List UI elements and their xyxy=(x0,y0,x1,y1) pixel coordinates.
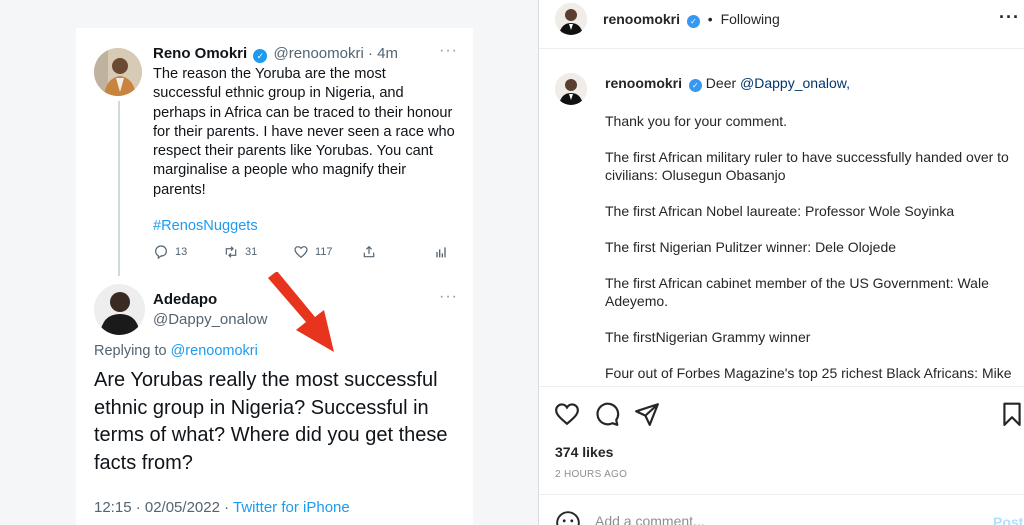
analytics-action[interactable] xyxy=(433,244,449,260)
analytics-icon xyxy=(436,247,446,258)
replying-to-line: Replying to @renoomokri xyxy=(94,343,258,359)
retweet-count: 31 xyxy=(245,246,258,258)
reno-omokri-avatar[interactable] xyxy=(94,48,142,96)
tweet-author-handle-time[interactable]: @renoomokri · 4m xyxy=(274,45,398,62)
verified-badge-icon: ✓ xyxy=(686,15,700,28)
caption-header: renoomokri ✓ Deer @Dappy_onalow, xyxy=(605,75,850,92)
caption-mention-link[interactable]: @Dappy_onalow, xyxy=(740,75,850,91)
post-time-ago[interactable]: 2 HOURS AGO xyxy=(555,469,627,480)
caption-paragraph: The first African military ruler to have… xyxy=(605,149,1009,183)
separator-dot: • xyxy=(707,11,713,27)
like-count: 117 xyxy=(315,246,333,258)
comment-input[interactable] xyxy=(595,513,975,525)
reply-icon xyxy=(155,245,167,260)
caption-paragraph: Thank you for your comment. xyxy=(605,113,788,129)
caption-paragraph: The firstNigerian Grammy winner xyxy=(605,329,811,345)
caption-body: Thank you for your comment. The first Af… xyxy=(605,112,1013,400)
emoji-icon[interactable] xyxy=(555,510,581,525)
red-arrow-annotation xyxy=(268,272,334,352)
heart-icon[interactable] xyxy=(554,401,580,427)
likes-count[interactable]: 374 likes xyxy=(555,444,613,460)
reply-author-handle[interactable]: @Dappy_onalow xyxy=(153,311,267,328)
share-action[interactable] xyxy=(361,244,377,260)
ig-post-header: renoomokri ✓ • Following xyxy=(603,11,780,28)
tweet-hashtag-link[interactable]: #RenosNuggets xyxy=(153,218,258,234)
caption-paragraph: The first African cabinet member of the … xyxy=(605,275,989,309)
reply-time-date: 12:15 · 02/05/2022 · xyxy=(94,499,233,516)
caption-paragraph: The first Nigerian Pulitzer winner: Dele… xyxy=(605,239,897,255)
share-icon[interactable] xyxy=(634,401,660,427)
thread-line xyxy=(118,101,120,276)
caption-paragraph: The first African Nobel laureate: Profes… xyxy=(605,203,955,219)
verified-badge-icon: ✓ xyxy=(688,79,702,92)
tweet-screenshot-panel: Reno Omokri ✓ @renoomokri · 4m ··· The r… xyxy=(0,0,538,525)
heart-icon xyxy=(294,246,308,259)
tweet-action-bar: 13 31 117 xyxy=(153,244,453,264)
like-action[interactable]: 117 xyxy=(293,244,333,260)
more-options-icon[interactable]: ··· xyxy=(999,7,1020,28)
replying-to-prefix: Replying to xyxy=(94,343,171,359)
comment-divider xyxy=(539,494,1024,495)
ig-caption-avatar[interactable] xyxy=(555,73,587,105)
reply-source-link[interactable]: Twitter for iPhone xyxy=(233,499,350,516)
header-divider xyxy=(539,48,1024,49)
following-button[interactable]: Following xyxy=(721,11,780,27)
share-icon xyxy=(363,245,375,258)
actions-divider xyxy=(539,386,1024,387)
comment-icon[interactable] xyxy=(594,401,620,427)
retweet-icon xyxy=(225,246,237,258)
post-comment-button[interactable]: Post xyxy=(993,514,1023,525)
replying-to-link[interactable]: @renoomokri xyxy=(171,343,258,359)
reply-count: 13 xyxy=(175,246,188,258)
retweet-action[interactable]: 31 xyxy=(223,244,257,260)
reply-action[interactable]: 13 xyxy=(153,244,187,260)
reply-author-name[interactable]: Adedapo xyxy=(153,291,217,308)
adedapo-avatar[interactable] xyxy=(94,284,145,335)
reply-more-options-icon[interactable]: ··· xyxy=(439,288,458,306)
bookmark-icon[interactable] xyxy=(999,401,1024,427)
caption-greeting: Deer xyxy=(705,75,741,91)
instagram-post-panel: renoomokri ✓ • Following ··· renoomokri … xyxy=(538,0,1024,525)
reply-meta: 12:15 · 02/05/2022 · Twitter for iPhone xyxy=(94,499,350,516)
tweet-author-name[interactable]: Reno Omokri xyxy=(153,45,247,62)
caption-username-link[interactable]: renoomokri xyxy=(605,75,682,91)
ig-username-link[interactable]: renoomokri xyxy=(603,11,680,27)
verified-badge-icon: ✓ xyxy=(253,49,268,63)
reply-text: Are Yorubas really the most successful e… xyxy=(94,369,448,474)
tweet-header: Reno Omokri ✓ @renoomokri · 4m xyxy=(153,45,398,63)
tweet-more-options-icon[interactable]: ··· xyxy=(439,42,458,60)
caption-paragraph: Four out of Forbes Magazine's top 25 ric… xyxy=(605,365,1012,381)
ig-profile-avatar[interactable] xyxy=(555,3,587,35)
tweet-text: The reason the Yoruba are the most succe… xyxy=(153,66,455,198)
